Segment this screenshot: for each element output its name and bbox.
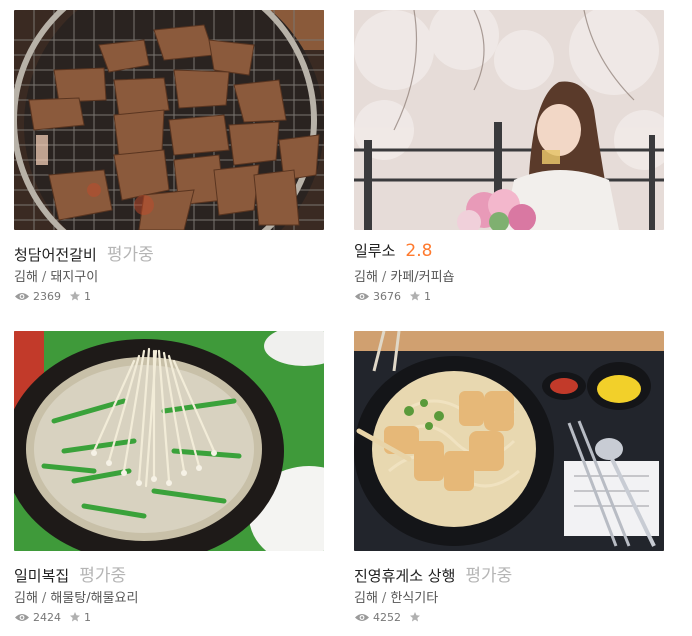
restaurant-name[interactable]: 일미복집 [14, 565, 69, 586]
views-stat: 3676 [354, 290, 401, 303]
views-stat: 4252 [354, 611, 401, 624]
restaurant-meta: 김해 / 해물탕/해물요리 [14, 587, 324, 606]
stars-stat: 1 [409, 290, 431, 303]
star-icon [70, 612, 80, 622]
rating-score: 평가중 [79, 566, 127, 586]
stars-stat [409, 611, 424, 623]
region-label: 김해 [354, 270, 378, 285]
region-label: 김해 [14, 270, 38, 285]
category-label: 돼지구이 [50, 270, 99, 285]
views-count: 3676 [373, 289, 401, 303]
restaurant-photo[interactable] [354, 331, 664, 551]
views-stat: 2424 [14, 611, 61, 624]
restaurant-name[interactable]: 일루소 [354, 240, 395, 261]
star-icon [410, 291, 420, 301]
category-label: 해물탕/해물요리 [50, 591, 139, 606]
star-icon [410, 612, 420, 622]
category-label: 카페/커피숍 [390, 270, 455, 285]
eye-icon [15, 613, 29, 621]
stars-stat: 1 [69, 611, 91, 624]
rating-score: 2.8 [405, 241, 433, 261]
udon-tray-image [354, 331, 664, 551]
restaurant-photo[interactable] [354, 10, 664, 230]
stats-row: 4252 [354, 610, 664, 624]
stars-count: 1 [424, 289, 431, 303]
separator: / [41, 270, 47, 285]
category-label: 한식기타 [390, 591, 439, 606]
eye-icon [15, 292, 29, 300]
restaurant-meta: 김해 / 돼지구이 [14, 266, 324, 285]
restaurant-name[interactable]: 진영휴게소 상행 [354, 565, 455, 586]
separator: / [41, 591, 47, 606]
restaurant-photo[interactable] [14, 10, 324, 230]
region-label: 김해 [354, 591, 378, 606]
star-icon [70, 291, 80, 301]
restaurant-card[interactable]: 진영휴게소 상행 평가중 김해 / 한식기타 4252 [354, 331, 664, 624]
views-count: 4252 [373, 610, 401, 624]
restaurant-card[interactable]: 일미복집 평가중 김해 / 해물탕/해물요리 2424 1 [14, 331, 324, 624]
eye-icon [355, 613, 369, 621]
rating-score: 평가중 [106, 245, 154, 265]
views-count: 2424 [33, 610, 61, 624]
views-stat: 2369 [14, 290, 61, 303]
views-count: 2369 [33, 289, 61, 303]
restaurant-card[interactable]: 일루소 2.8 김해 / 카페/커피숍 3676 1 [354, 10, 664, 303]
stars-count: 1 [84, 289, 91, 303]
stats-row: 2424 1 [14, 610, 324, 624]
stats-row: 3676 1 [354, 289, 664, 303]
rating-score: 평가중 [465, 566, 513, 586]
restaurant-name[interactable]: 청담어전갈비 [14, 244, 97, 265]
stars-stat: 1 [69, 290, 91, 303]
stats-row: 2369 1 [14, 289, 324, 303]
restaurant-meta: 김해 / 카페/커피숍 [354, 266, 664, 285]
restaurant-card[interactable]: 청담어전갈비 평가중 김해 / 돼지구이 2369 1 [14, 10, 324, 303]
grilled-pork-image [14, 10, 324, 230]
separator: / [381, 270, 387, 285]
cherry-blossom-cafe-image [354, 10, 664, 230]
pufferfish-soup-image [14, 331, 324, 551]
separator: / [381, 591, 387, 606]
restaurant-photo[interactable] [14, 331, 324, 551]
eye-icon [355, 292, 369, 300]
restaurant-meta: 김해 / 한식기타 [354, 587, 664, 606]
stars-count: 1 [84, 610, 91, 624]
region-label: 김해 [14, 591, 38, 606]
